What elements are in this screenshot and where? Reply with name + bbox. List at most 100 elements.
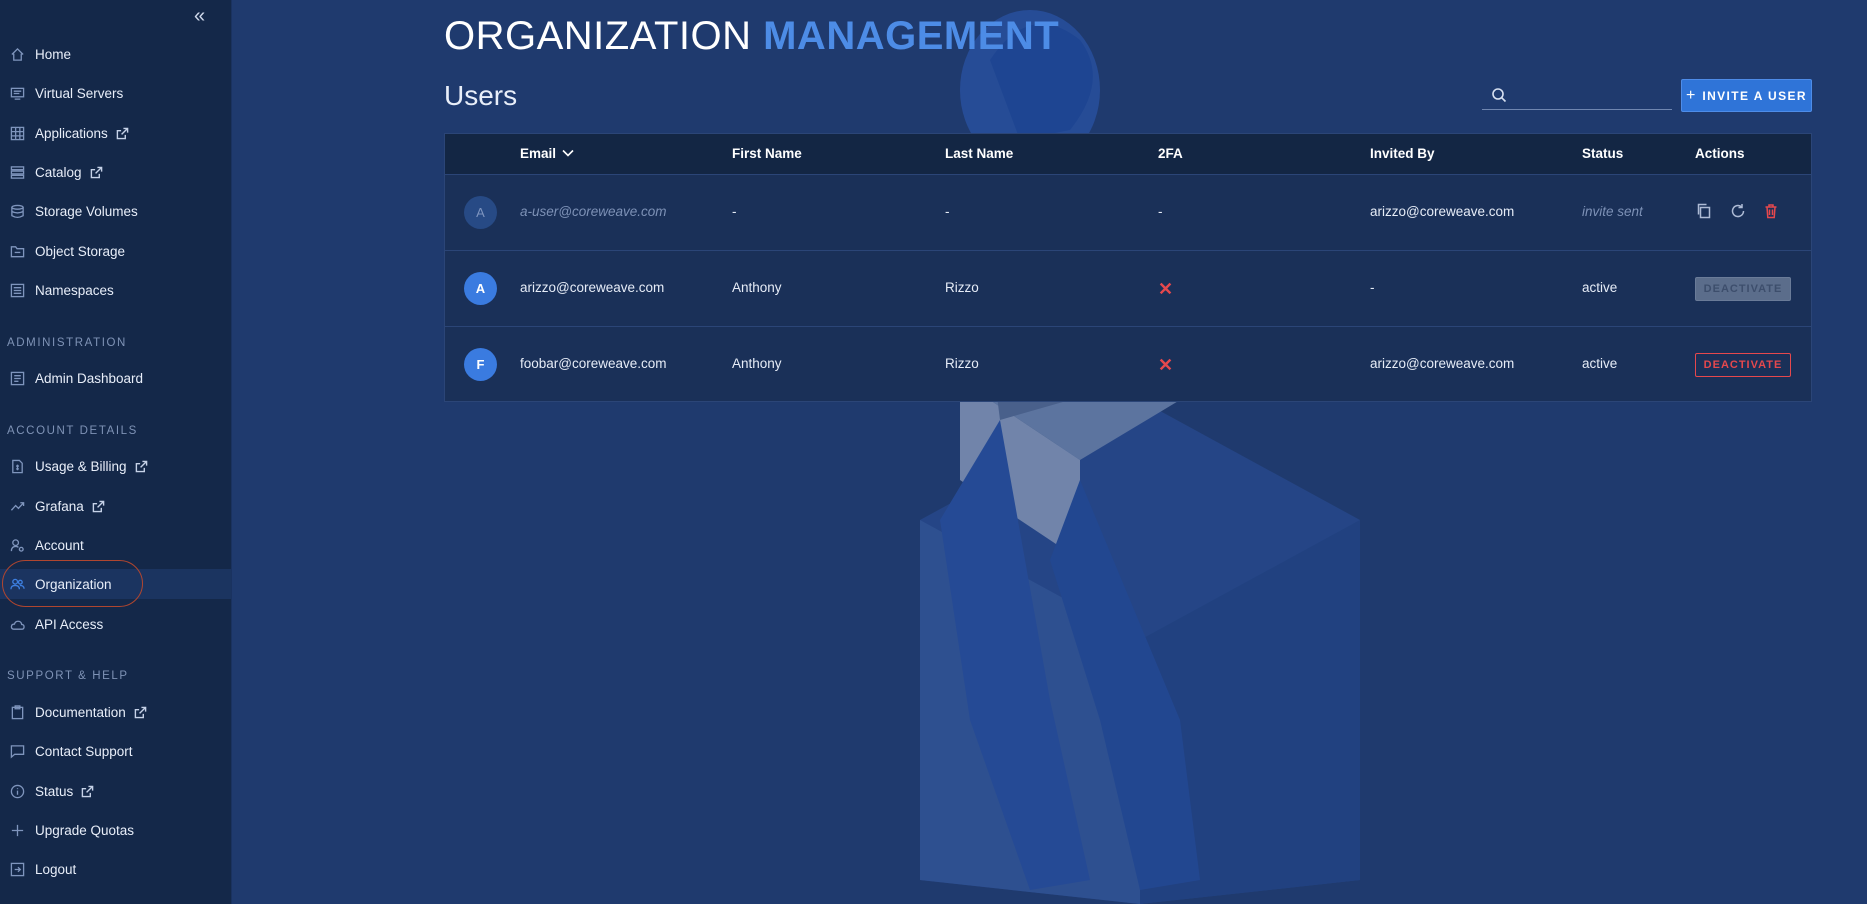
sidebar-item-object-storage[interactable]: Object Storage [0,236,231,266]
column-header-2fa[interactable]: 2FA [1158,146,1183,161]
email-cell: foobar@coreweave.com [520,356,667,371]
status-cell: invite sent [1582,204,1643,219]
last-name-cell: Rizzo [945,280,979,295]
users-table: Email First Name Last Name 2FA Invited B… [444,133,1812,402]
table-row: A a-user@coreweave.com - - - arizzo@core… [445,175,1811,251]
section-title-support-help: SUPPORT & HELP [7,670,129,682]
avatar: A [464,272,497,305]
twofa-cell: - [1158,204,1163,219]
section-heading-users: Users [444,80,518,111]
column-header-last-name[interactable]: Last Name [945,146,1013,161]
sidebar-item-home[interactable]: Home [0,39,231,69]
namespace-icon [8,281,26,299]
sidebar-item-account[interactable]: Account [0,530,231,560]
sidebar-item-admin-dashboard[interactable]: Admin Dashboard [0,363,231,393]
sidebar-item-label: Usage & Billing [35,458,127,474]
email-cell: a-user@coreweave.com [520,204,667,219]
external-link-icon [134,706,147,719]
sidebar-item-documentation[interactable]: Documentation [0,697,231,727]
sidebar-item-logout[interactable]: Logout [0,854,231,884]
sidebar-item-contact-support[interactable]: Contact Support [0,736,231,766]
section-title-account-details: ACCOUNT DETAILS [7,425,138,437]
grid-icon [8,124,26,142]
external-link-icon [90,166,103,179]
external-link-icon [135,460,148,473]
twofa-disabled-icon: ✕ [1158,355,1174,375]
section-title-administration: ADMINISTRATION [7,337,127,349]
monitor-icon [8,84,26,102]
chat-icon [8,742,26,760]
folder-icon [8,242,26,260]
sidebar-item-label: Applications [35,125,108,141]
avatar: A [464,196,497,229]
invite-user-label: INVITE A USER [1702,88,1807,103]
sidebar-item-usage-billing[interactable]: Usage & Billing [0,451,231,481]
page-title: ORGANIZATION MANAGEMENT [444,14,1059,59]
sidebar-item-label: Upgrade Quotas [35,822,135,838]
sidebar-item-label: Object Storage [35,243,126,259]
trash-icon[interactable] [1763,203,1781,221]
column-header-invited-by[interactable]: Invited By [1370,146,1435,161]
status-cell: active [1582,280,1618,295]
list-icon [8,163,26,181]
invited-by-cell: arizzo@coreweave.com [1370,204,1515,219]
column-header-email[interactable]: Email [520,146,574,161]
logout-icon [8,860,26,878]
search-input[interactable] [1515,87,1665,102]
plus-icon [8,821,26,839]
sidebar-item-upgrade-quotas[interactable]: Upgrade Quotas [0,815,231,845]
last-name-cell: - [945,204,950,219]
sidebar-item-label: API Access [35,616,104,632]
email-cell: arizzo@coreweave.com [520,280,665,295]
billing-icon [8,457,26,475]
double-chevron-left-icon[interactable]: « [194,6,212,26]
database-icon [8,202,26,220]
sidebar-item-label: Virtual Servers [35,85,124,101]
column-header-first-name[interactable]: First Name [732,146,802,161]
sidebar-item-label: Grafana [35,498,84,514]
sidebar-item-grafana[interactable]: Grafana [0,491,231,521]
sidebar-item-api-access[interactable]: API Access [0,609,231,639]
sidebar-item-applications[interactable]: Applications [0,118,231,148]
status-cell: active [1582,356,1618,371]
page-title-light: ORGANIZATION [444,14,752,58]
dashboard-icon [8,369,26,387]
invited-by-cell: - [1370,280,1375,295]
home-icon [8,45,26,63]
clipboard-icon [8,703,26,721]
cloud-icon [8,615,26,633]
column-header-status[interactable]: Status [1582,146,1623,161]
sidebar-item-storage-volumes[interactable]: Storage Volumes [0,196,231,226]
sidebar-item-label: Account [35,537,84,553]
external-link-icon [81,785,94,798]
table-row: F foobar@coreweave.com Anthony Rizzo ✕ a… [445,327,1811,403]
last-name-cell: Rizzo [945,356,979,371]
sidebar-item-namespaces[interactable]: Namespaces [0,275,231,305]
invite-user-button[interactable]: + INVITE A USER [1681,79,1812,112]
sidebar-item-status[interactable]: Status [0,776,231,806]
resend-icon[interactable] [1730,203,1748,221]
users-icon [8,575,26,593]
external-link-icon [116,127,129,140]
sidebar-item-label: Admin Dashboard [35,370,144,386]
sidebar-item-label: Catalog [35,164,82,180]
deactivate-button[interactable]: DEACTIVATE [1695,353,1791,377]
search-field[interactable] [1482,80,1672,110]
info-icon [8,782,26,800]
sidebar-item-label: Documentation [35,704,126,720]
sidebar-item-label: Contact Support [35,743,133,759]
sidebar-item-organization[interactable]: Organization [0,569,231,599]
sidebar: « Home Virtual Servers Applications Cata… [0,0,232,904]
sidebar-item-label: Home [35,46,72,62]
trend-icon [8,497,26,515]
twofa-disabled-icon: ✕ [1158,279,1174,299]
sidebar-item-virtual-servers[interactable]: Virtual Servers [0,78,231,108]
page-title-bold: MANAGEMENT [763,14,1060,58]
table-row: A arizzo@coreweave.com Anthony Rizzo ✕ -… [445,251,1811,327]
copy-icon[interactable] [1696,203,1714,221]
sidebar-item-label: Status [35,783,74,799]
first-name-cell: Anthony [732,280,782,295]
sidebar-item-catalog[interactable]: Catalog [0,157,231,187]
table-header: Email First Name Last Name 2FA Invited B… [445,134,1811,175]
deactivate-button: DEACTIVATE [1695,277,1791,301]
